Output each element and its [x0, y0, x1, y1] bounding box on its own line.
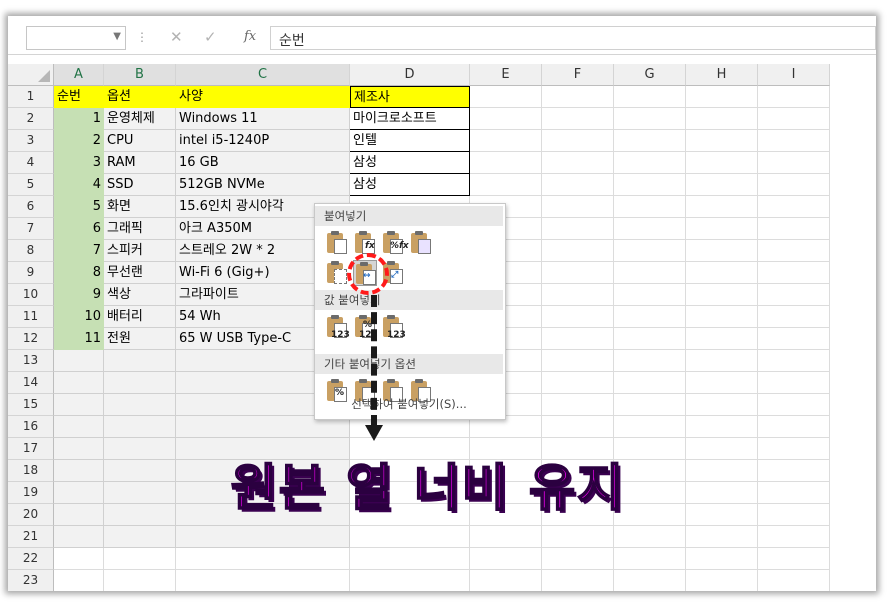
column-header-f[interactable]: F — [542, 64, 614, 86]
row-header-14[interactable]: 14 — [8, 372, 54, 394]
cell-spec[interactable]: 16 GB — [176, 152, 350, 174]
cell-spec[interactable]: intel i5-1240P — [176, 130, 350, 152]
cell-option[interactable]: 그래픽 — [104, 218, 176, 240]
menu-section-paste-values: 값 붙여넣기 — [315, 290, 503, 310]
row-header-15[interactable]: 15 — [8, 394, 54, 416]
column-header-e[interactable]: E — [470, 64, 542, 86]
row-header-12[interactable]: 12 — [8, 328, 54, 350]
check-icon[interactable]: ✓ — [204, 28, 217, 46]
cell-option[interactable]: SSD — [104, 174, 176, 196]
row-header-16[interactable]: 16 — [8, 416, 54, 438]
column-header-h[interactable]: H — [686, 64, 758, 86]
cell-number[interactable]: 11 — [54, 328, 104, 350]
row-header-5[interactable]: 5 — [8, 174, 54, 196]
cell-number[interactable]: 2 — [54, 130, 104, 152]
cell-maker[interactable]: 삼성 — [350, 152, 470, 174]
cell-number[interactable]: 7 — [54, 240, 104, 262]
cell-maker[interactable]: 마이크로소프트 — [350, 108, 470, 130]
row-header-18[interactable]: 18 — [8, 460, 54, 482]
name-box[interactable]: ▼ — [26, 26, 126, 50]
menu-section-other-paste: 기타 붙여넣기 옵션 — [315, 354, 503, 374]
cell-number[interactable]: 6 — [54, 218, 104, 240]
row-header-1[interactable]: 1 — [8, 86, 54, 108]
paste-keep-source-formatting-icon[interactable] — [409, 230, 433, 256]
column-header-g[interactable]: G — [614, 64, 686, 86]
row-header-13[interactable]: 13 — [8, 350, 54, 372]
header-cell-num[interactable]: 순번 — [54, 86, 104, 108]
row-header-10[interactable]: 10 — [8, 284, 54, 306]
row-header-20[interactable]: 20 — [8, 504, 54, 526]
cell-option[interactable]: 색상 — [104, 284, 176, 306]
excel-window: ▼ ⋮ ✕ ✓ fx 순번 A B C D E F G H I 1 2 3 4 5 6 7 8 9 10 11 12 13… — [8, 16, 876, 591]
formula-input[interactable]: 순번 — [270, 26, 876, 50]
gridline — [829, 86, 830, 591]
formula-bar: ▼ ⋮ ✕ ✓ fx 순번 — [8, 16, 876, 55]
cell-maker[interactable]: 삼성 — [350, 174, 470, 196]
row-header-4[interactable]: 4 — [8, 152, 54, 174]
cell-number[interactable]: 5 — [54, 196, 104, 218]
gridline — [54, 569, 830, 570]
column-header-a[interactable]: A — [54, 64, 104, 86]
paste-values-source-formatting-icon[interactable]: 123 — [381, 314, 406, 340]
header-cell-maker[interactable]: 제조사 — [350, 86, 470, 108]
cell-number[interactable]: 8 — [54, 262, 104, 284]
row-header-17[interactable]: 17 — [8, 438, 54, 460]
row-header-22[interactable]: 22 — [8, 548, 54, 570]
cell-number[interactable]: 9 — [54, 284, 104, 306]
column-header-i[interactable]: I — [758, 64, 830, 86]
row-header-11[interactable]: 11 — [8, 306, 54, 328]
paste-special-menu-item[interactable]: 선택하여 붙여넣기(S)... — [315, 396, 503, 412]
paste-formulas-number-format-icon[interactable]: %fx — [381, 230, 409, 256]
pointer-arrow-line — [371, 295, 377, 427]
transpose-arrow-icon: ⤢ — [391, 270, 399, 280]
row-header-23[interactable]: 23 — [8, 570, 54, 591]
paste-no-borders-icon[interactable] — [325, 260, 349, 286]
grip-icon: ⋮ — [136, 30, 148, 44]
paste-icon[interactable] — [325, 230, 349, 256]
paste-options-menu: 붙여넣기 fx %fx ↔ ⤢ 값 붙여넣기 123 % 123 123 기타 붙… — [314, 203, 506, 420]
cell-option[interactable]: CPU — [104, 130, 176, 152]
row-header-21[interactable]: 21 — [8, 526, 54, 548]
cancel-icon[interactable]: ✕ — [170, 28, 183, 46]
annotation-caption: 원본 열 너비 유지 — [230, 458, 626, 518]
paste-values-icon[interactable]: 123 — [325, 314, 350, 340]
cell-option[interactable]: RAM — [104, 152, 176, 174]
cell-option[interactable]: 운영체제 — [104, 108, 176, 130]
chevron-down-icon[interactable]: ▼ — [113, 31, 121, 42]
row-header-7[interactable]: 7 — [8, 218, 54, 240]
cell-number[interactable]: 1 — [54, 108, 104, 130]
paste-formulas-icon[interactable]: fx — [353, 230, 377, 256]
column-header-b[interactable]: B — [104, 64, 176, 86]
row-header-19[interactable]: 19 — [8, 482, 54, 504]
cell-option[interactable]: 배터리 — [104, 306, 176, 328]
column-header-c[interactable]: C — [176, 64, 350, 86]
cell-option[interactable]: 무선랜 — [104, 262, 176, 284]
cell-number[interactable]: 3 — [54, 152, 104, 174]
row-header-6[interactable]: 6 — [8, 196, 54, 218]
header-cell-option[interactable]: 옵션 — [104, 86, 176, 108]
insert-function-icon[interactable]: fx — [244, 29, 256, 44]
cell-option[interactable]: 화면 — [104, 196, 176, 218]
row-header-8[interactable]: 8 — [8, 240, 54, 262]
cell-maker[interactable]: 인텔 — [350, 130, 470, 152]
gridline — [757, 86, 758, 591]
cell-number[interactable]: 4 — [54, 174, 104, 196]
row-header-9[interactable]: 9 — [8, 262, 54, 284]
cell-option[interactable]: 스피커 — [104, 240, 176, 262]
cell-option[interactable]: 전원 — [104, 328, 176, 350]
row-header-2[interactable]: 2 — [8, 108, 54, 130]
cell-spec[interactable]: Windows 11 — [176, 108, 350, 130]
arrow-down-icon — [365, 425, 383, 441]
menu-section-paste: 붙여넣기 — [315, 206, 503, 226]
gridline — [685, 86, 686, 591]
select-all-corner[interactable] — [8, 64, 54, 86]
column-header-d[interactable]: D — [350, 64, 470, 86]
row-header-3[interactable]: 3 — [8, 130, 54, 152]
cell-number[interactable]: 10 — [54, 306, 104, 328]
cell-spec[interactable]: 512GB NVMe — [176, 174, 350, 196]
header-cell-spec[interactable]: 사양 — [176, 86, 350, 108]
highlight-ring — [347, 253, 389, 295]
